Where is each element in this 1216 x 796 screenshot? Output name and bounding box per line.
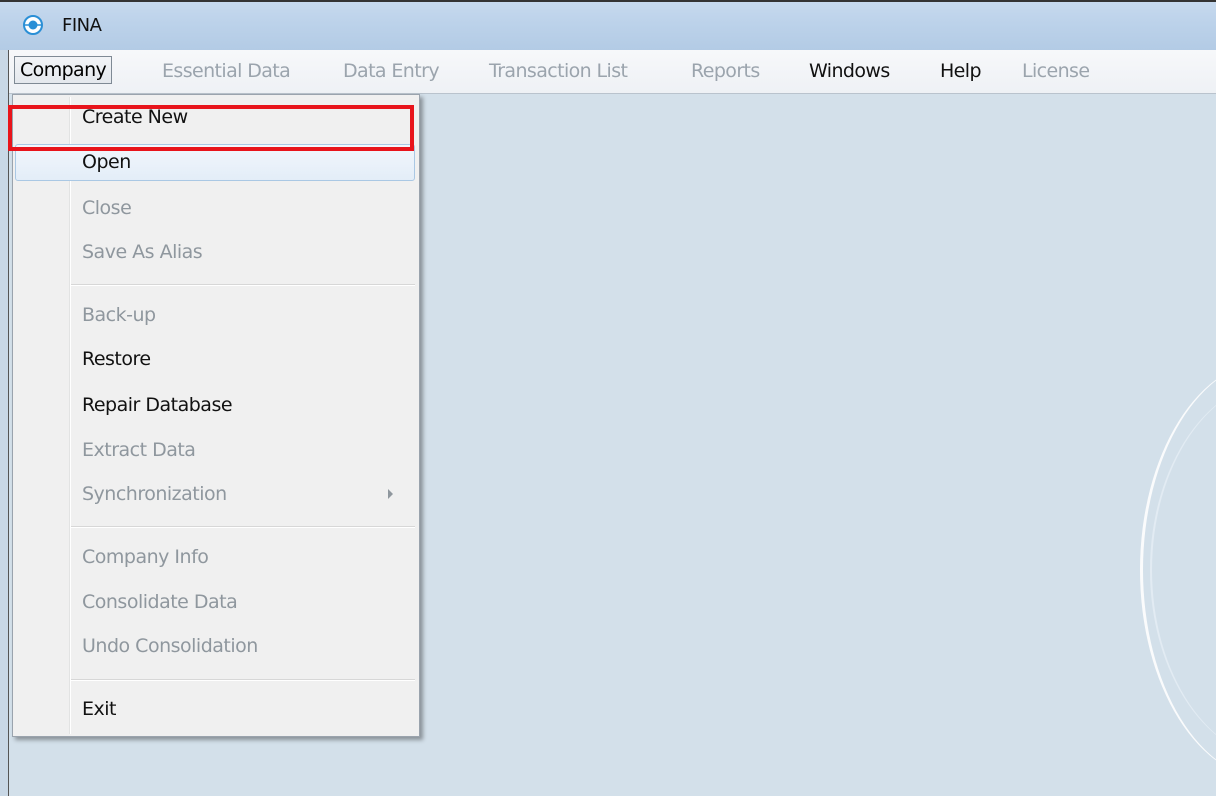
menu-item-label: Restore xyxy=(82,348,151,370)
fina-app-icon xyxy=(23,15,43,35)
menu-help[interactable]: Help xyxy=(940,58,982,84)
menu-item-label: Save As Alias xyxy=(82,241,203,263)
menu-item-company-info[interactable]: Company Info xyxy=(13,538,419,578)
menu-item-exit[interactable]: Exit xyxy=(13,690,419,730)
menu-company[interactable]: Company xyxy=(14,56,113,84)
menu-item-label: Repair Database xyxy=(82,394,233,416)
fina-window: FINA Company Essential Data Data Entry T… xyxy=(0,0,1216,796)
menu-transaction-list[interactable]: Transaction List xyxy=(489,58,628,84)
menu-item-label: Undo Consolidation xyxy=(82,635,258,657)
menu-item-label: Exit xyxy=(82,698,116,720)
menu-item-label: Close xyxy=(82,197,132,219)
menu-item-label: Extract Data xyxy=(82,439,196,461)
create-new-highlight-box xyxy=(8,105,414,151)
menu-item-undo-consolidation[interactable]: Undo Consolidation xyxy=(13,627,419,667)
window-title: FINA xyxy=(62,15,102,36)
menu-bar: Company Essential Data Data Entry Transa… xyxy=(0,50,1216,94)
menu-item-extract-data[interactable]: Extract Data xyxy=(13,431,419,471)
menu-item-label: Open xyxy=(82,151,131,173)
menu-item-back-up[interactable]: Back-up xyxy=(13,296,419,336)
menu-item-label: Back-up xyxy=(82,304,156,326)
menu-item-label: Consolidate Data xyxy=(82,591,238,613)
menu-item-repair-database[interactable]: Repair Database xyxy=(13,386,419,426)
menu-separator xyxy=(71,526,415,528)
menu-separator xyxy=(71,284,415,286)
menu-essential-data[interactable]: Essential Data xyxy=(162,58,291,84)
menu-item-synchronization[interactable]: Synchronization xyxy=(13,475,419,515)
menu-item-consolidate-data[interactable]: Consolidate Data xyxy=(13,583,419,623)
title-bar: FINA xyxy=(0,0,1216,50)
mdi-left-border xyxy=(0,50,9,796)
chevron-right-icon xyxy=(388,489,393,499)
menu-item-restore[interactable]: Restore xyxy=(13,340,419,380)
menu-windows[interactable]: Windows xyxy=(809,58,890,84)
menu-separator xyxy=(71,679,415,681)
menu-item-label: Company Info xyxy=(82,546,209,568)
menu-data-entry[interactable]: Data Entry xyxy=(343,58,440,84)
menu-item-label: Synchronization xyxy=(82,483,227,505)
menu-item-save-as-alias[interactable]: Save As Alias xyxy=(13,233,419,273)
company-dropdown-menu: Create New Open Close Save As Alias Back… xyxy=(12,94,420,737)
menu-reports[interactable]: Reports xyxy=(691,58,760,84)
menu-item-close[interactable]: Close xyxy=(13,189,419,229)
menu-license[interactable]: License xyxy=(1022,58,1090,84)
